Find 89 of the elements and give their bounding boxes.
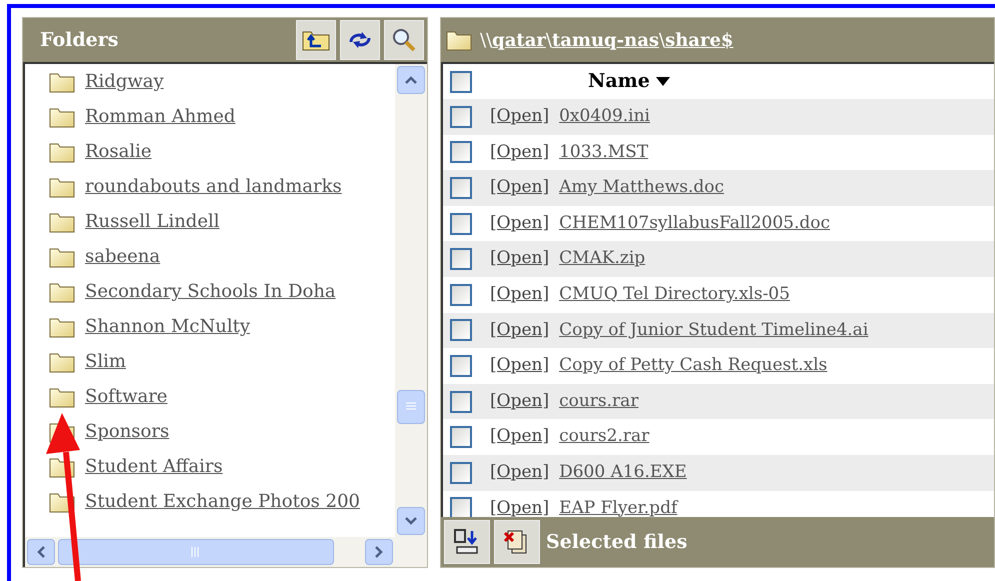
caret-right-icon [375, 546, 383, 558]
caret-left-icon [37, 546, 45, 558]
delete-button[interactable] [494, 520, 540, 564]
folder-link[interactable]: Software [85, 383, 168, 410]
download-button[interactable] [444, 520, 490, 564]
open-link[interactable]: [Open] [490, 353, 550, 379]
open-link[interactable]: [Open] [490, 318, 550, 344]
checkbox[interactable] [450, 462, 472, 484]
panel-title: Folders [40, 28, 120, 53]
checkbox[interactable] [450, 319, 472, 342]
caret-up-icon [405, 76, 417, 84]
folder-link[interactable]: sabeena [85, 243, 160, 270]
folder-icon [49, 246, 75, 268]
open-link[interactable]: [Open] [490, 246, 550, 272]
column-header[interactable]: Name [588, 67, 670, 96]
checkbox[interactable] [450, 426, 472, 448]
scroll-thumb[interactable] [397, 390, 425, 424]
file-link[interactable]: CMAK.zip [559, 246, 646, 272]
folder-link[interactable]: Rosalie [85, 138, 152, 165]
checkbox[interactable] [450, 497, 472, 517]
file-link[interactable]: cours.rar [559, 388, 638, 414]
folder-link[interactable]: Slim [85, 348, 126, 375]
folder-link[interactable]: Sponsors [85, 418, 170, 445]
footer-title: Selected files [546, 530, 688, 555]
search-button[interactable] [384, 20, 424, 60]
folder-link[interactable]: roundabouts and landmarks [85, 173, 342, 200]
scroll-left-button[interactable] [27, 539, 55, 565]
folder-link[interactable]: Romman Ahmed [85, 103, 236, 130]
file-link[interactable]: 0x0409.ini [559, 104, 650, 130]
checkbox[interactable] [450, 390, 472, 413]
folder-link[interactable]: Secondary Schools In Doha [85, 278, 336, 305]
file-link[interactable]: Copy of Junior Student Timeline4.ai [559, 318, 868, 344]
folder-icon [446, 29, 472, 51]
folder-icon [49, 176, 75, 198]
checkbox[interactable] [450, 70, 472, 92]
folder-icon [49, 210, 75, 232]
scroll-down-button[interactable] [397, 507, 425, 535]
path-separator: \ [659, 28, 666, 52]
refresh-button[interactable] [340, 20, 380, 60]
checkbox[interactable] [450, 248, 472, 270]
sort-icon [656, 77, 670, 86]
checkbox[interactable] [450, 106, 472, 128]
checkbox[interactable] [450, 176, 472, 199]
path-separator: \ [546, 28, 552, 52]
folder-icon [49, 280, 75, 302]
folder-up-button[interactable] [296, 20, 336, 60]
file-link[interactable]: CHEM107syllabusFall2005.doc [559, 210, 830, 236]
file-link[interactable]: EAP Flyer.pdf [559, 496, 678, 517]
open-link[interactable]: [Open] [490, 140, 550, 166]
file-link[interactable]: 1033.MST [559, 140, 648, 166]
folder-link[interactable]: Student Affairs [85, 453, 223, 480]
folder-icon [49, 106, 75, 128]
folder-link[interactable]: Shannon McNulty [85, 313, 250, 340]
open-link[interactable]: [Open] [490, 424, 550, 450]
file-link[interactable]: Copy of Petty Cash Request.xls [559, 353, 828, 379]
folder-icon [49, 386, 75, 408]
checkbox[interactable] [450, 212, 472, 235]
vertical-scrollbar[interactable] [395, 64, 427, 537]
folder-icon [49, 350, 75, 372]
horizontal-scrollbar[interactable] [25, 537, 395, 567]
folder-icon [49, 140, 75, 162]
grip-icon [406, 402, 416, 412]
scroll-right-button[interactable] [365, 539, 393, 565]
scroll-thumb[interactable] [58, 539, 334, 565]
scroll-up-button[interactable] [397, 66, 425, 94]
open-link[interactable]: [Open] [490, 282, 550, 308]
checkbox[interactable] [450, 284, 472, 306]
open-link[interactable]: [Open] [490, 460, 550, 486]
file-link[interactable]: Amy Matthews.doc [559, 175, 724, 201]
search-icon [391, 27, 417, 53]
file-link[interactable]: cours2.rar [559, 424, 650, 450]
open-link[interactable]: [Open] [490, 210, 550, 236]
folder-link[interactable]: Russell Lindell [85, 208, 220, 235]
folder-icon [49, 316, 75, 338]
open-link[interactable]: [Open] [490, 388, 550, 414]
path-separator: \\ [480, 28, 492, 52]
open-link[interactable]: [Open] [490, 496, 550, 517]
file-link[interactable]: CMUQ Tel Directory.xls-05 [559, 282, 790, 308]
folder-link[interactable]: Ridgway [85, 68, 164, 95]
file-link[interactable]: D600 A16.EXE [559, 460, 687, 486]
folder-link[interactable]: Student Exchange Photos 200 [85, 488, 360, 515]
grip-icon [191, 547, 201, 557]
checkbox[interactable] [450, 354, 472, 377]
checkbox[interactable] [450, 141, 472, 164]
open-link[interactable]: [Open] [490, 175, 550, 201]
open-link[interactable]: [Open] [490, 104, 550, 130]
folder-icon [49, 70, 75, 92]
folder-up-icon [302, 29, 330, 51]
caret-down-icon [405, 517, 417, 525]
